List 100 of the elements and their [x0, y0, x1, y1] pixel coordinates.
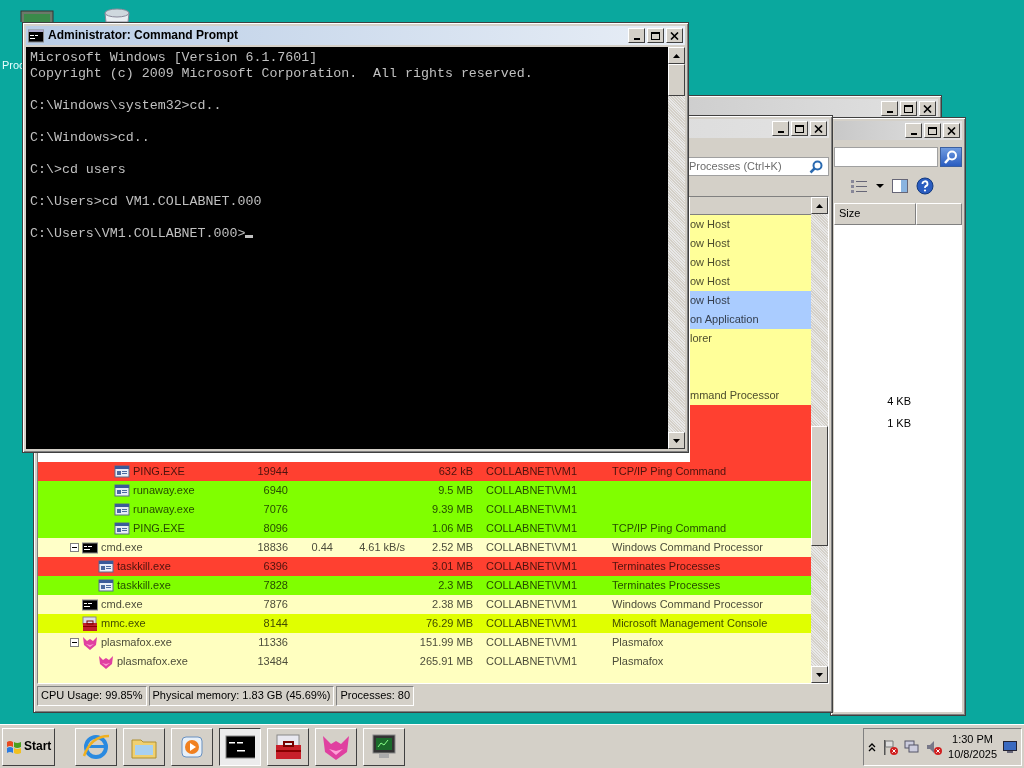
column-header[interactable]: Size — [834, 203, 916, 225]
process-name: runaway.exe — [133, 483, 195, 498]
minimize-icon — [633, 38, 640, 40]
user-text: COLLABNET\VM1 — [486, 654, 578, 667]
process-row[interactable]: on Application — [690, 310, 811, 329]
window-icon — [98, 577, 114, 594]
close-icon — [923, 104, 932, 113]
minimize-button[interactable] — [628, 28, 645, 43]
start-button[interactable]: Start — [2, 727, 56, 766]
process-row[interactable]: taskkill.exe 7828 2.3 MB COLLABNET\VM1 Terminates Processes — [38, 576, 811, 595]
process-row[interactable]: runaway.exe 7076 9.39 MB COLLABNET\VM1 — [38, 500, 811, 519]
description-text: mmand Processor — [690, 388, 780, 403]
maximize-button[interactable] — [924, 123, 941, 138]
terminal-icon — [28, 28, 44, 43]
console-line: C:\>cd users — [30, 162, 126, 178]
memory-text: 151.99 MB — [419, 635, 473, 648]
description-text: Plasmafox — [612, 654, 664, 667]
toolbox-icon — [273, 731, 304, 762]
process-row[interactable]: ow Host — [690, 291, 811, 310]
help-button[interactable] — [916, 177, 934, 195]
caret-icon — [876, 183, 884, 189]
process-row[interactable]: plasmafox.exe 13484 265.91 MB COLLABNET\VM1 Plasmafox — [38, 652, 811, 671]
user-text: COLLABNET\VM1 — [486, 578, 578, 591]
down-arrow-icon — [816, 672, 823, 677]
close-button[interactable] — [810, 121, 827, 136]
scrollbar[interactable] — [668, 47, 685, 449]
description-text: ow Host — [690, 274, 730, 289]
user-text: COLLABNET\VM1 — [486, 521, 578, 534]
search-field[interactable] — [834, 147, 938, 167]
clock-date[interactable]: 10/8/2025 — [948, 746, 997, 762]
show-desktop-button[interactable] — [1003, 740, 1017, 753]
user-text: COLLABNET\VM1 — [486, 635, 578, 648]
view-options-button[interactable] — [850, 178, 868, 194]
flag-icon[interactable] — [882, 738, 899, 755]
preview-pane-button[interactable] — [892, 178, 908, 194]
scrollbar[interactable] — [811, 197, 828, 683]
minimize-button[interactable] — [905, 123, 922, 138]
process-row[interactable]: cmd.exe 18836 0.44 4.61 kB/s 2.52 MB COLLABNET\VM1 Windows Command Processor — [38, 538, 811, 557]
column-header[interactable] — [690, 197, 811, 215]
pid-text: 19944 — [257, 464, 288, 477]
minimize-button[interactable] — [881, 101, 898, 116]
dropdown-button[interactable] — [876, 183, 884, 189]
close-button[interactable] — [919, 101, 936, 116]
show-hidden-icons-button[interactable] — [868, 741, 877, 752]
close-button[interactable] — [666, 28, 683, 43]
minimize-icon — [777, 131, 784, 133]
memory-text: 2.3 MB — [438, 578, 473, 591]
window-title: Administrator: Command Prompt — [48, 28, 238, 43]
process-row[interactable]: ow Host — [690, 272, 811, 291]
pid-text: 8096 — [263, 521, 288, 534]
size-text: 4 KB — [886, 394, 912, 409]
status-text: Physical memory: 1.83 GB (45.69%) — [148, 686, 335, 706]
window-icon — [114, 463, 130, 480]
window-icon — [114, 501, 130, 518]
user-text: COLLABNET\VM1 — [486, 616, 578, 629]
process-row[interactable]: mmc.exe 8144 76.29 MB COLLABNET\VM1 Microsoft Management Console — [38, 614, 811, 633]
description-text: ow Host — [690, 217, 730, 232]
maximize-button[interactable] — [647, 28, 664, 43]
terminal-icon — [82, 596, 98, 613]
status-text: CPU Usage: 99.85% — [37, 686, 147, 706]
description-text: Windows Command Processor — [612, 597, 763, 610]
process-row[interactable]: taskkill.exe 6396 3.01 MB COLLABNET\VM1 Terminates Processes — [38, 557, 811, 576]
description-text: Terminates Processes — [612, 559, 721, 572]
console-line: C:\Users\VM1.COLLABNET.000> — [30, 226, 254, 242]
process-row[interactable]: ow Host — [690, 253, 811, 272]
console-line: C:\Users>cd VM1.COLLABNET.000 — [30, 194, 262, 210]
user-text: COLLABNET\VM1 — [486, 597, 578, 610]
minimize-button[interactable] — [772, 121, 789, 136]
window-icon — [98, 558, 114, 575]
pid-text: 7828 — [263, 578, 288, 591]
scrollbar-thumb[interactable] — [811, 426, 828, 546]
process-row[interactable]: lorer — [690, 329, 811, 348]
maximize-button[interactable] — [791, 121, 808, 136]
fox-icon — [82, 634, 98, 651]
maximize-button[interactable] — [900, 101, 917, 116]
pid-text: 6396 — [263, 559, 288, 572]
search-button[interactable] — [940, 147, 962, 167]
process-row[interactable]: PING.EXE 19944 632 kB COLLABNET\VM1 TCP/IP Ping Command — [38, 462, 811, 481]
process-row[interactable]: mmand Processor — [690, 386, 811, 405]
process-row[interactable]: ow Host — [690, 234, 811, 253]
close-button[interactable] — [943, 123, 960, 138]
process-row[interactable]: PING.EXE 8096 1.06 MB COLLABNET\VM1 TCP/IP Ping Command — [38, 519, 811, 538]
collapse-toggle-icon[interactable] — [70, 543, 79, 552]
process-row[interactable]: plasmafox.exe 11336 151.99 MB COLLABNET\VM1 Plasmafox — [38, 633, 811, 652]
description-text: Terminates Processes — [612, 578, 721, 591]
io-rate-text: 4.61 kB/s — [359, 540, 405, 553]
process-row[interactable]: cmd.exe 7876 2.38 MB COLLABNET\VM1 Windows Command Processor — [38, 595, 811, 614]
description-text: lorer — [690, 331, 712, 346]
taskbar-button[interactable] — [219, 727, 262, 766]
maximize-icon — [795, 124, 804, 133]
pid-text: 13484 — [257, 654, 288, 667]
description-text: TCP/IP Ping Command — [612, 464, 727, 477]
network-icon[interactable] — [904, 738, 921, 755]
process-row[interactable]: runaway.exe 6940 9.5 MB COLLABNET\VM1 — [38, 481, 811, 500]
collapse-toggle-icon[interactable] — [70, 638, 79, 647]
clock-time[interactable]: 1:30 PM — [948, 731, 997, 747]
pid-text: 8144 — [263, 616, 288, 629]
scrollbar-thumb[interactable] — [668, 64, 685, 96]
up-arrow-icon — [673, 53, 680, 58]
process-row[interactable]: ow Host — [690, 215, 811, 234]
